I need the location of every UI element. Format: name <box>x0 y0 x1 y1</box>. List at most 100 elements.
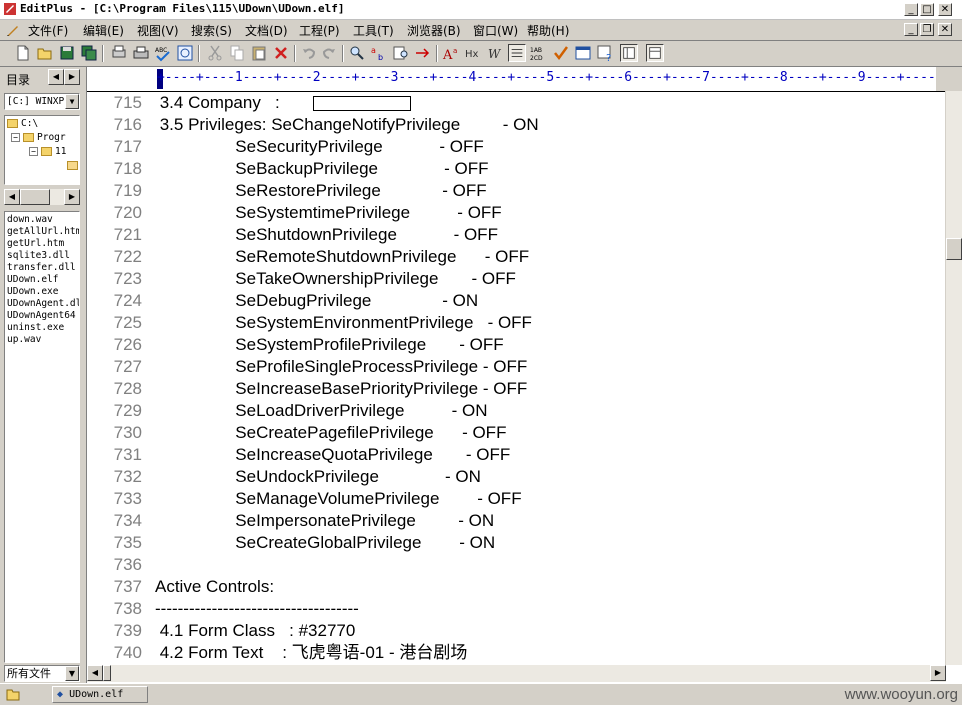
code-line[interactable]: 733 SeManageVolumePrivilege - OFF <box>87 488 937 510</box>
code-line[interactable]: 731 SeIncreaseQuotaPrivilege - OFF <box>87 444 937 466</box>
menu-project[interactable]: 工程(P) <box>299 22 340 39</box>
code-line[interactable]: 723 SeTakeOwnershipPrivilege - OFF <box>87 268 937 290</box>
file-list[interactable]: down.wav getAllUrl.htm getUrl.htm sqlite… <box>4 211 80 663</box>
file-item-transfer[interactable]: transfer.dll <box>5 262 79 274</box>
editor-horizontal-scrollbar[interactable]: ◀ ▶ <box>87 665 946 682</box>
collapse-icon[interactable]: − <box>11 133 20 142</box>
tree-item[interactable]: − 11 <box>29 145 66 158</box>
html-preview-icon[interactable] <box>176 44 194 62</box>
doc-restore-button[interactable]: ❐ <box>920 23 934 36</box>
print-preview-icon[interactable] <box>110 44 128 62</box>
open-folder-icon[interactable] <box>36 44 54 62</box>
sidebar-prev-arrow-icon[interactable]: ◀ <box>48 69 64 85</box>
file-item-udownagent64[interactable]: UDownAgent64 <box>5 310 79 322</box>
scroll-left-icon[interactable]: ◀ <box>87 665 103 681</box>
browser-icon[interactable] <box>574 44 592 62</box>
menu-window[interactable]: 窗口(W) <box>473 22 518 39</box>
file-item-up-wav[interactable]: up.wav <box>5 334 79 346</box>
code-line[interactable]: 735 SeCreateGlobalPrivilege - ON <box>87 532 937 554</box>
code-line[interactable]: 728 SeIncreaseBasePriorityPrivilege - OF… <box>87 378 937 400</box>
code-text-area[interactable]: 715 3.4 Company : 716 3.5 Privileges: Se… <box>87 92 937 664</box>
find-in-files-icon[interactable] <box>392 44 410 62</box>
cut-icon[interactable] <box>206 44 224 62</box>
menu-tools[interactable]: 工具(T) <box>353 22 394 39</box>
code-line[interactable]: 726 SeSystemProfilePrivilege - OFF <box>87 334 937 356</box>
replace-icon[interactable]: ab <box>370 44 388 62</box>
hex-viewer-icon[interactable]: Hx <box>464 44 482 62</box>
scroll-left-icon[interactable]: ◀ <box>4 189 20 205</box>
folder-icon[interactable] <box>6 687 20 701</box>
check-icon[interactable] <box>552 44 570 62</box>
undo-icon[interactable] <box>300 44 318 62</box>
menu-document[interactable]: 文档(D) <box>245 22 288 39</box>
code-line[interactable]: 738 ------------------------------------ <box>87 598 937 620</box>
code-line[interactable]: 739 4.1 Form Class : #32770 <box>87 620 937 642</box>
code-line[interactable]: 717 SeSecurityPrivilege - OFF <box>87 136 937 158</box>
help-icon[interactable]: ? <box>596 44 614 62</box>
collapse-icon[interactable]: − <box>29 147 38 156</box>
editor-pane[interactable]: +----+----1----+----2----+----3----+----… <box>86 67 962 683</box>
menu-help[interactable]: 帮助(H) <box>527 22 569 39</box>
folder-tree[interactable]: C:\ − Progr − 11 <box>4 115 80 185</box>
code-line[interactable]: 715 3.4 Company : <box>87 92 937 114</box>
doc-minimize-button[interactable]: _ <box>904 23 918 36</box>
menu-edit[interactable]: 编辑(E) <box>83 22 124 39</box>
delete-icon[interactable] <box>272 44 290 62</box>
scroll-right-icon[interactable]: ▶ <box>64 189 80 205</box>
menu-browser[interactable]: 浏览器(B) <box>407 22 461 39</box>
document-tab[interactable]: ◆ UDown.elf <box>52 686 148 703</box>
file-item-getallurl[interactable]: getAllUrl.htm <box>5 226 79 238</box>
redo-icon[interactable] <box>320 44 338 62</box>
file-item-sqlite3[interactable]: sqlite3.dll <box>5 250 79 262</box>
close-button[interactable]: ✕ <box>938 3 952 16</box>
code-line[interactable]: 725 SeSystemEnvironmentPrivilege - OFF <box>87 312 937 334</box>
horizontal-scroll-thumb[interactable] <box>103 665 111 681</box>
code-line[interactable]: 730 SeCreatePagefilePrivilege - OFF <box>87 422 937 444</box>
code-line[interactable]: 721 SeShutdownPrivilege - OFF <box>87 224 937 246</box>
save-all-icon[interactable] <box>80 44 98 62</box>
file-item-geturl[interactable]: getUrl.htm <box>5 238 79 250</box>
code-line[interactable]: 736 <box>87 554 937 576</box>
scroll-thumb[interactable] <box>20 189 50 205</box>
line-numbers-icon[interactable] <box>508 44 526 62</box>
word-wrap-icon[interactable]: W <box>486 44 504 62</box>
sort-icon[interactable]: 1AB2CD <box>530 44 548 62</box>
font-size-icon[interactable]: Aa <box>442 44 460 62</box>
code-line[interactable]: 716 3.5 Privileges: SeChangeNotifyPrivil… <box>87 114 937 136</box>
vertical-scroll-thumb[interactable] <box>946 238 962 260</box>
directory-window-icon[interactable] <box>620 44 638 62</box>
chevron-down-icon[interactable]: ▼ <box>65 666 79 681</box>
code-line[interactable]: 740 4.2 Form Text : 飞虎粤语-01 - 港台剧场 <box>87 642 937 664</box>
menu-file[interactable]: 文件(F) <box>28 22 68 39</box>
scroll-right-icon[interactable]: ▶ <box>930 665 946 681</box>
code-line[interactable]: 734 SeImpersonatePrivilege - ON <box>87 510 937 532</box>
code-line[interactable]: 737 Active Controls: <box>87 576 937 598</box>
code-line[interactable]: 729 SeLoadDriverPrivilege - ON <box>87 400 937 422</box>
file-item-down-wav[interactable]: down.wav <box>5 214 79 226</box>
sidebar-next-arrow-icon[interactable]: ▶ <box>64 69 80 85</box>
tree-item[interactable] <box>67 159 79 172</box>
copy-icon[interactable] <box>228 44 246 62</box>
code-line[interactable]: 718 SeBackupPrivilege - OFF <box>87 158 937 180</box>
code-line[interactable]: 722 SeRemoteShutdownPrivilege - OFF <box>87 246 937 268</box>
menu-view[interactable]: 视图(V) <box>137 22 179 39</box>
file-item-udown-exe[interactable]: UDown.exe <box>5 286 79 298</box>
file-item-udownagent[interactable]: UDownAgent.dll <box>5 298 79 310</box>
file-item-udown-elf[interactable]: UDown.elf <box>5 274 79 286</box>
doc-close-button[interactable]: ✕ <box>938 23 952 36</box>
code-line[interactable]: 720 SeSystemtimePrivilege - OFF <box>87 202 937 224</box>
file-filter-select[interactable]: 所有文件 ▼ <box>4 665 80 682</box>
goto-line-icon[interactable] <box>414 44 432 62</box>
find-icon[interactable] <box>348 44 366 62</box>
menu-search[interactable]: 搜索(S) <box>191 22 232 39</box>
code-line[interactable]: 724 SeDebugPrivilege - ON <box>87 290 937 312</box>
file-item-uninst[interactable]: uninst.exe <box>5 322 79 334</box>
maximize-button[interactable]: □ <box>920 3 934 16</box>
paste-icon[interactable] <box>250 44 268 62</box>
code-line[interactable]: 719 SeRestorePrivilege - OFF <box>87 180 937 202</box>
new-file-icon[interactable] <box>14 44 32 62</box>
spellcheck-icon[interactable]: ABC <box>154 44 172 62</box>
code-line[interactable]: 732 SeUndockPrivilege - ON <box>87 466 937 488</box>
print-icon[interactable] <box>132 44 150 62</box>
tree-item[interactable]: − Progr <box>11 131 66 144</box>
